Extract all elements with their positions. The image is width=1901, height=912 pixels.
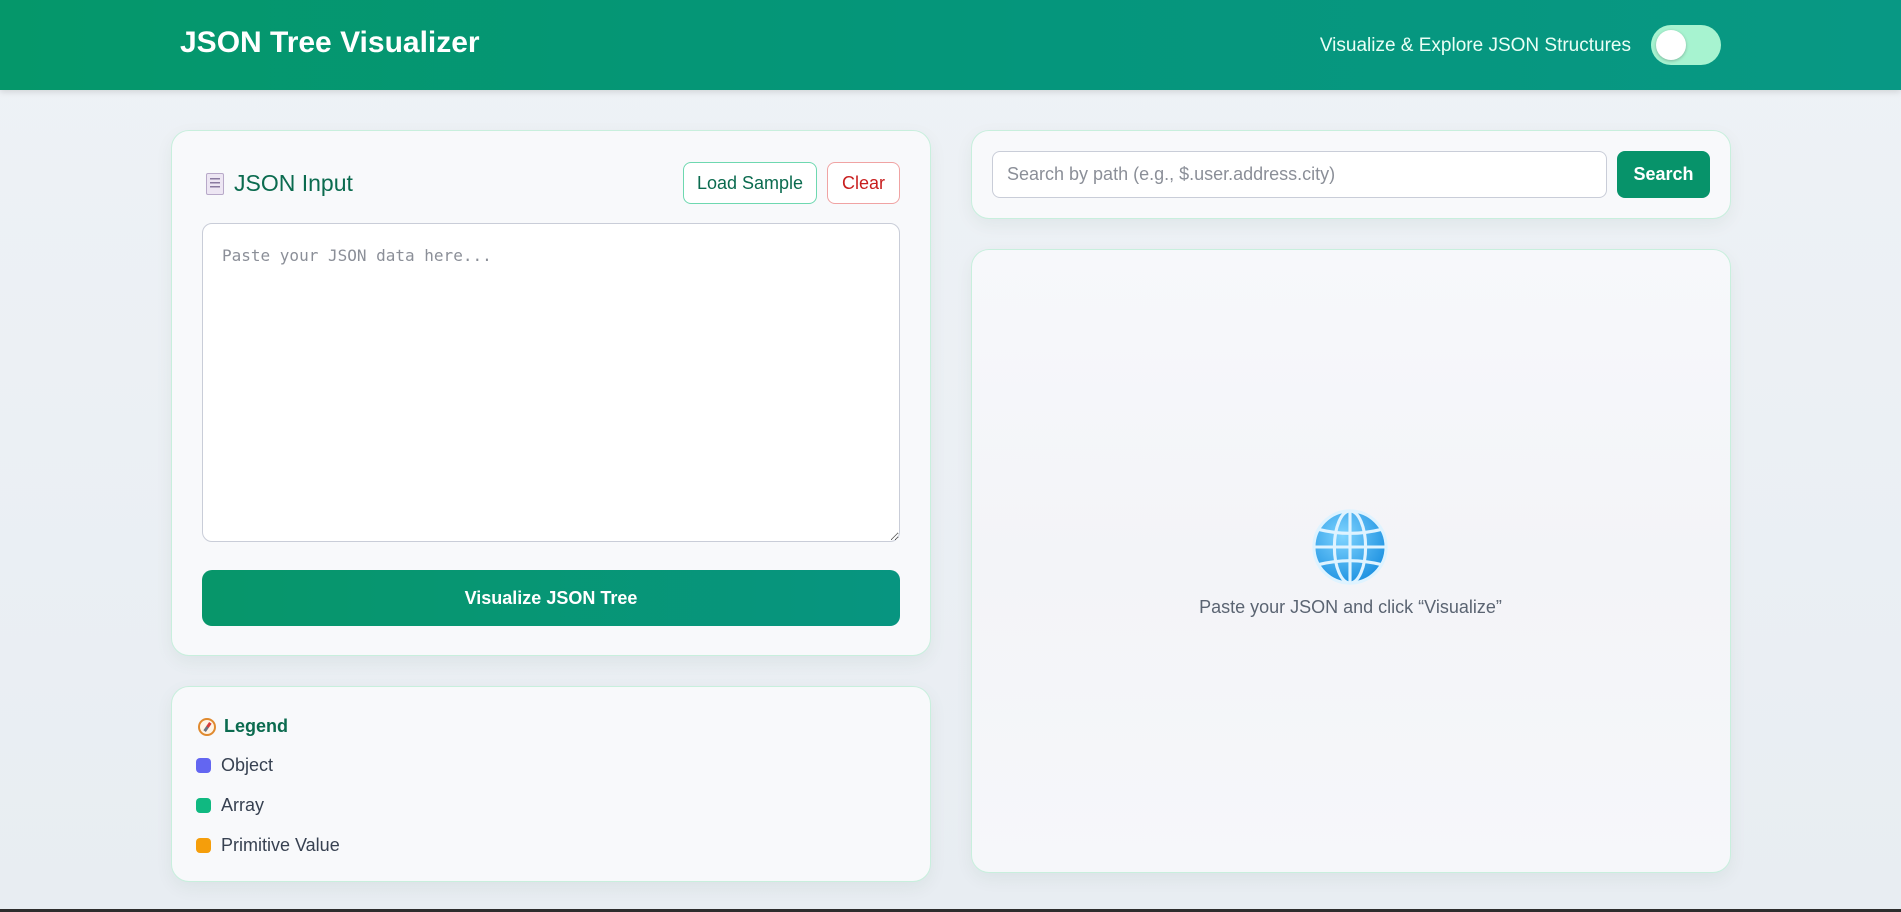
visualize-button[interactable]: Visualize JSON Tree <box>202 570 900 626</box>
clear-button[interactable]: Clear <box>827 162 900 204</box>
document-icon <box>206 172 224 195</box>
json-input-card: JSON Input Load Sample Clear Visualize J… <box>171 130 931 656</box>
legend-label-array: Array <box>221 795 265 815</box>
toggle-knob <box>1656 30 1686 60</box>
primitive-swatch <box>196 838 211 853</box>
theme-toggle[interactable] <box>1651 25 1721 65</box>
json-input-textarea[interactable] <box>202 223 900 542</box>
load-sample-button[interactable]: Load Sample <box>683 162 817 204</box>
tree-view-card: Paste your JSON and click “Visualize” <box>971 249 1731 873</box>
legend-item-primitive: Primitive Value <box>196 835 340 856</box>
legend-card: Legend Object Array Primitive Value <box>171 686 931 882</box>
legend-item-array: Array <box>196 795 264 816</box>
app-title: JSON Tree Visualizer <box>180 26 480 59</box>
app-header: JSON Tree Visualizer Visualize & Explore… <box>0 0 1901 90</box>
legend-label-object: Object <box>221 755 274 775</box>
path-search-input[interactable] <box>992 151 1607 198</box>
legend-heading: Legend <box>198 716 288 737</box>
app-tagline: Visualize & Explore JSON Structures <box>1319 35 1631 56</box>
json-input-title: JSON Input <box>234 170 353 196</box>
json-input-heading: JSON Input <box>206 170 353 197</box>
tree-empty-message: Paste your JSON and click “Visualize” <box>1199 597 1502 617</box>
legend-item-object: Object <box>196 755 273 776</box>
legend-label-primitive: Primitive Value <box>221 835 340 855</box>
legend-title: Legend <box>224 716 289 736</box>
search-card: Search <box>971 130 1731 219</box>
compass-icon <box>198 717 216 736</box>
array-swatch <box>196 798 211 813</box>
globe-icon <box>1312 509 1388 585</box>
search-button[interactable]: Search <box>1617 151 1710 198</box>
object-swatch <box>196 758 211 773</box>
